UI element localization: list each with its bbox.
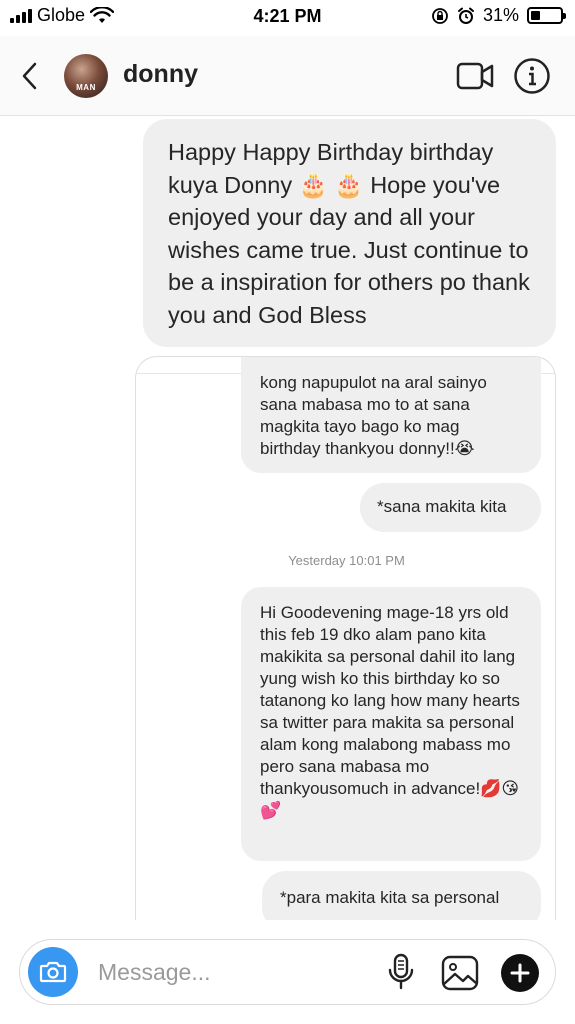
screenshot-bubble-text: *para makita kita sa personal xyxy=(280,888,500,907)
microphone-icon xyxy=(388,953,414,990)
status-right: 31% xyxy=(431,5,566,26)
screenshot-bubble: *para makita kita sa personal xyxy=(262,871,541,920)
screenshot-bubble: *sana makita kita xyxy=(360,483,541,532)
screenshot-bubble-text: kong napupulot na aral sainyo sana mabas… xyxy=(260,373,487,458)
video-camera-icon xyxy=(456,62,494,90)
status-bar: Globe 4:21 PM 31% xyxy=(0,0,575,36)
avatar-text: MAN xyxy=(76,83,96,92)
message-bubble-outgoing[interactable]: Happy Happy Birthday birthday kuya Donny… xyxy=(143,119,556,347)
battery-icon xyxy=(527,7,566,24)
chat-header: MAN donny xyxy=(0,36,575,116)
gallery-icon xyxy=(441,955,479,991)
battery-percent: 31% xyxy=(482,5,519,25)
message-input[interactable] xyxy=(98,956,368,988)
alarm-icon xyxy=(457,7,474,24)
screenshot-bubble-text: *sana makita kita xyxy=(377,497,507,516)
screenshot-bubble: Hi Goodevening mage-18 yrs old this feb … xyxy=(241,587,541,861)
screen-rotation-lock-icon xyxy=(432,7,448,24)
contact-name[interactable]: donny xyxy=(123,60,198,89)
avatar[interactable]: MAN xyxy=(64,54,108,98)
screenshot-timestamp: Yesterday 10:01 PM xyxy=(288,553,405,568)
message-composer xyxy=(19,939,556,1005)
screenshot-bubble: kong napupulot na aral sainyo sana mabas… xyxy=(241,357,541,473)
battery-fill xyxy=(531,11,540,20)
plus-icon xyxy=(510,963,530,983)
video-call-button[interactable] xyxy=(456,60,496,92)
voice-message-button[interactable] xyxy=(386,952,416,992)
chevron-left-icon xyxy=(22,62,37,90)
info-button[interactable] xyxy=(513,57,551,95)
more-options-button[interactable] xyxy=(501,954,539,992)
message-text: Happy Happy Birthday birthday kuya Donny… xyxy=(168,139,530,328)
shared-screenshot-image[interactable]: donny kong napupulot na aral sainyo sana… xyxy=(135,356,556,920)
camera-icon xyxy=(39,961,67,983)
screenshot-bubble-text: Hi Goodevening mage-18 yrs old this feb … xyxy=(260,603,520,820)
back-button[interactable] xyxy=(12,58,48,94)
camera-button[interactable] xyxy=(28,947,78,997)
gallery-button[interactable] xyxy=(440,954,480,992)
info-icon xyxy=(514,58,550,94)
